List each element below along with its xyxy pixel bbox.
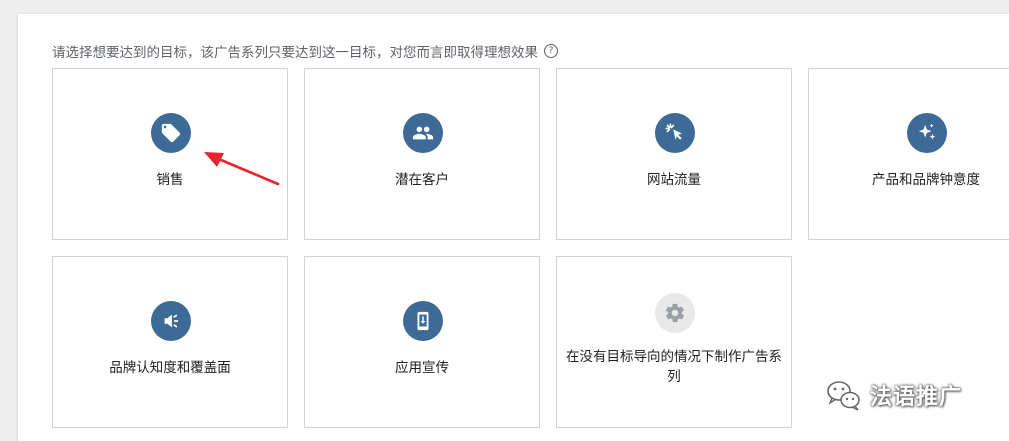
gear-icon — [655, 293, 695, 333]
goal-label: 产品和品牌钟意度 — [872, 172, 980, 188]
goal-label: 潜在客户 — [395, 172, 449, 188]
tag-icon — [151, 113, 191, 153]
megaphone-icon — [151, 301, 191, 341]
goal-label: 应用宣传 — [395, 360, 449, 376]
watermark: 法语推广 — [826, 378, 962, 412]
instruction-text: 请选择想要达到的目标，该广告系列只要达到这一目标，对您而言即取得理想效果 ? — [52, 41, 558, 61]
watermark-text: 法语推广 — [870, 385, 963, 410]
goal-label: 销售 — [156, 172, 184, 188]
goal-card-no-goal[interactable]: 在没有目标导向的情况下制作广告系列 — [556, 256, 792, 428]
goal-label: 品牌认知度和覆盖面 — [109, 360, 231, 376]
phone-download-icon — [403, 301, 443, 341]
cursor-click-icon — [655, 113, 695, 153]
wechat-icon — [827, 381, 860, 411]
goal-card-sales[interactable]: 销售 — [52, 68, 288, 240]
goal-card-website-traffic[interactable]: 网站流量 — [556, 68, 792, 240]
goal-card-brand-consideration[interactable]: 产品和品牌钟意度 — [808, 68, 1009, 240]
goal-card-app-promotion[interactable]: 应用宣传 — [304, 256, 540, 428]
help-icon[interactable]: ? — [544, 44, 558, 58]
goal-label: 在没有目标导向的情况下制作广告系列 — [566, 349, 782, 385]
people-icon — [403, 113, 443, 153]
instruction-label: 请选择想要达到的目标，该广告系列只要达到这一目标，对您而言即取得理想效果 — [52, 45, 538, 61]
goal-card-leads[interactable]: 潜在客户 — [304, 68, 540, 240]
goal-label: 网站流量 — [647, 172, 701, 188]
sparkle-icon — [907, 113, 947, 153]
goal-card-brand-awareness[interactable]: 品牌认知度和覆盖面 — [52, 256, 288, 428]
